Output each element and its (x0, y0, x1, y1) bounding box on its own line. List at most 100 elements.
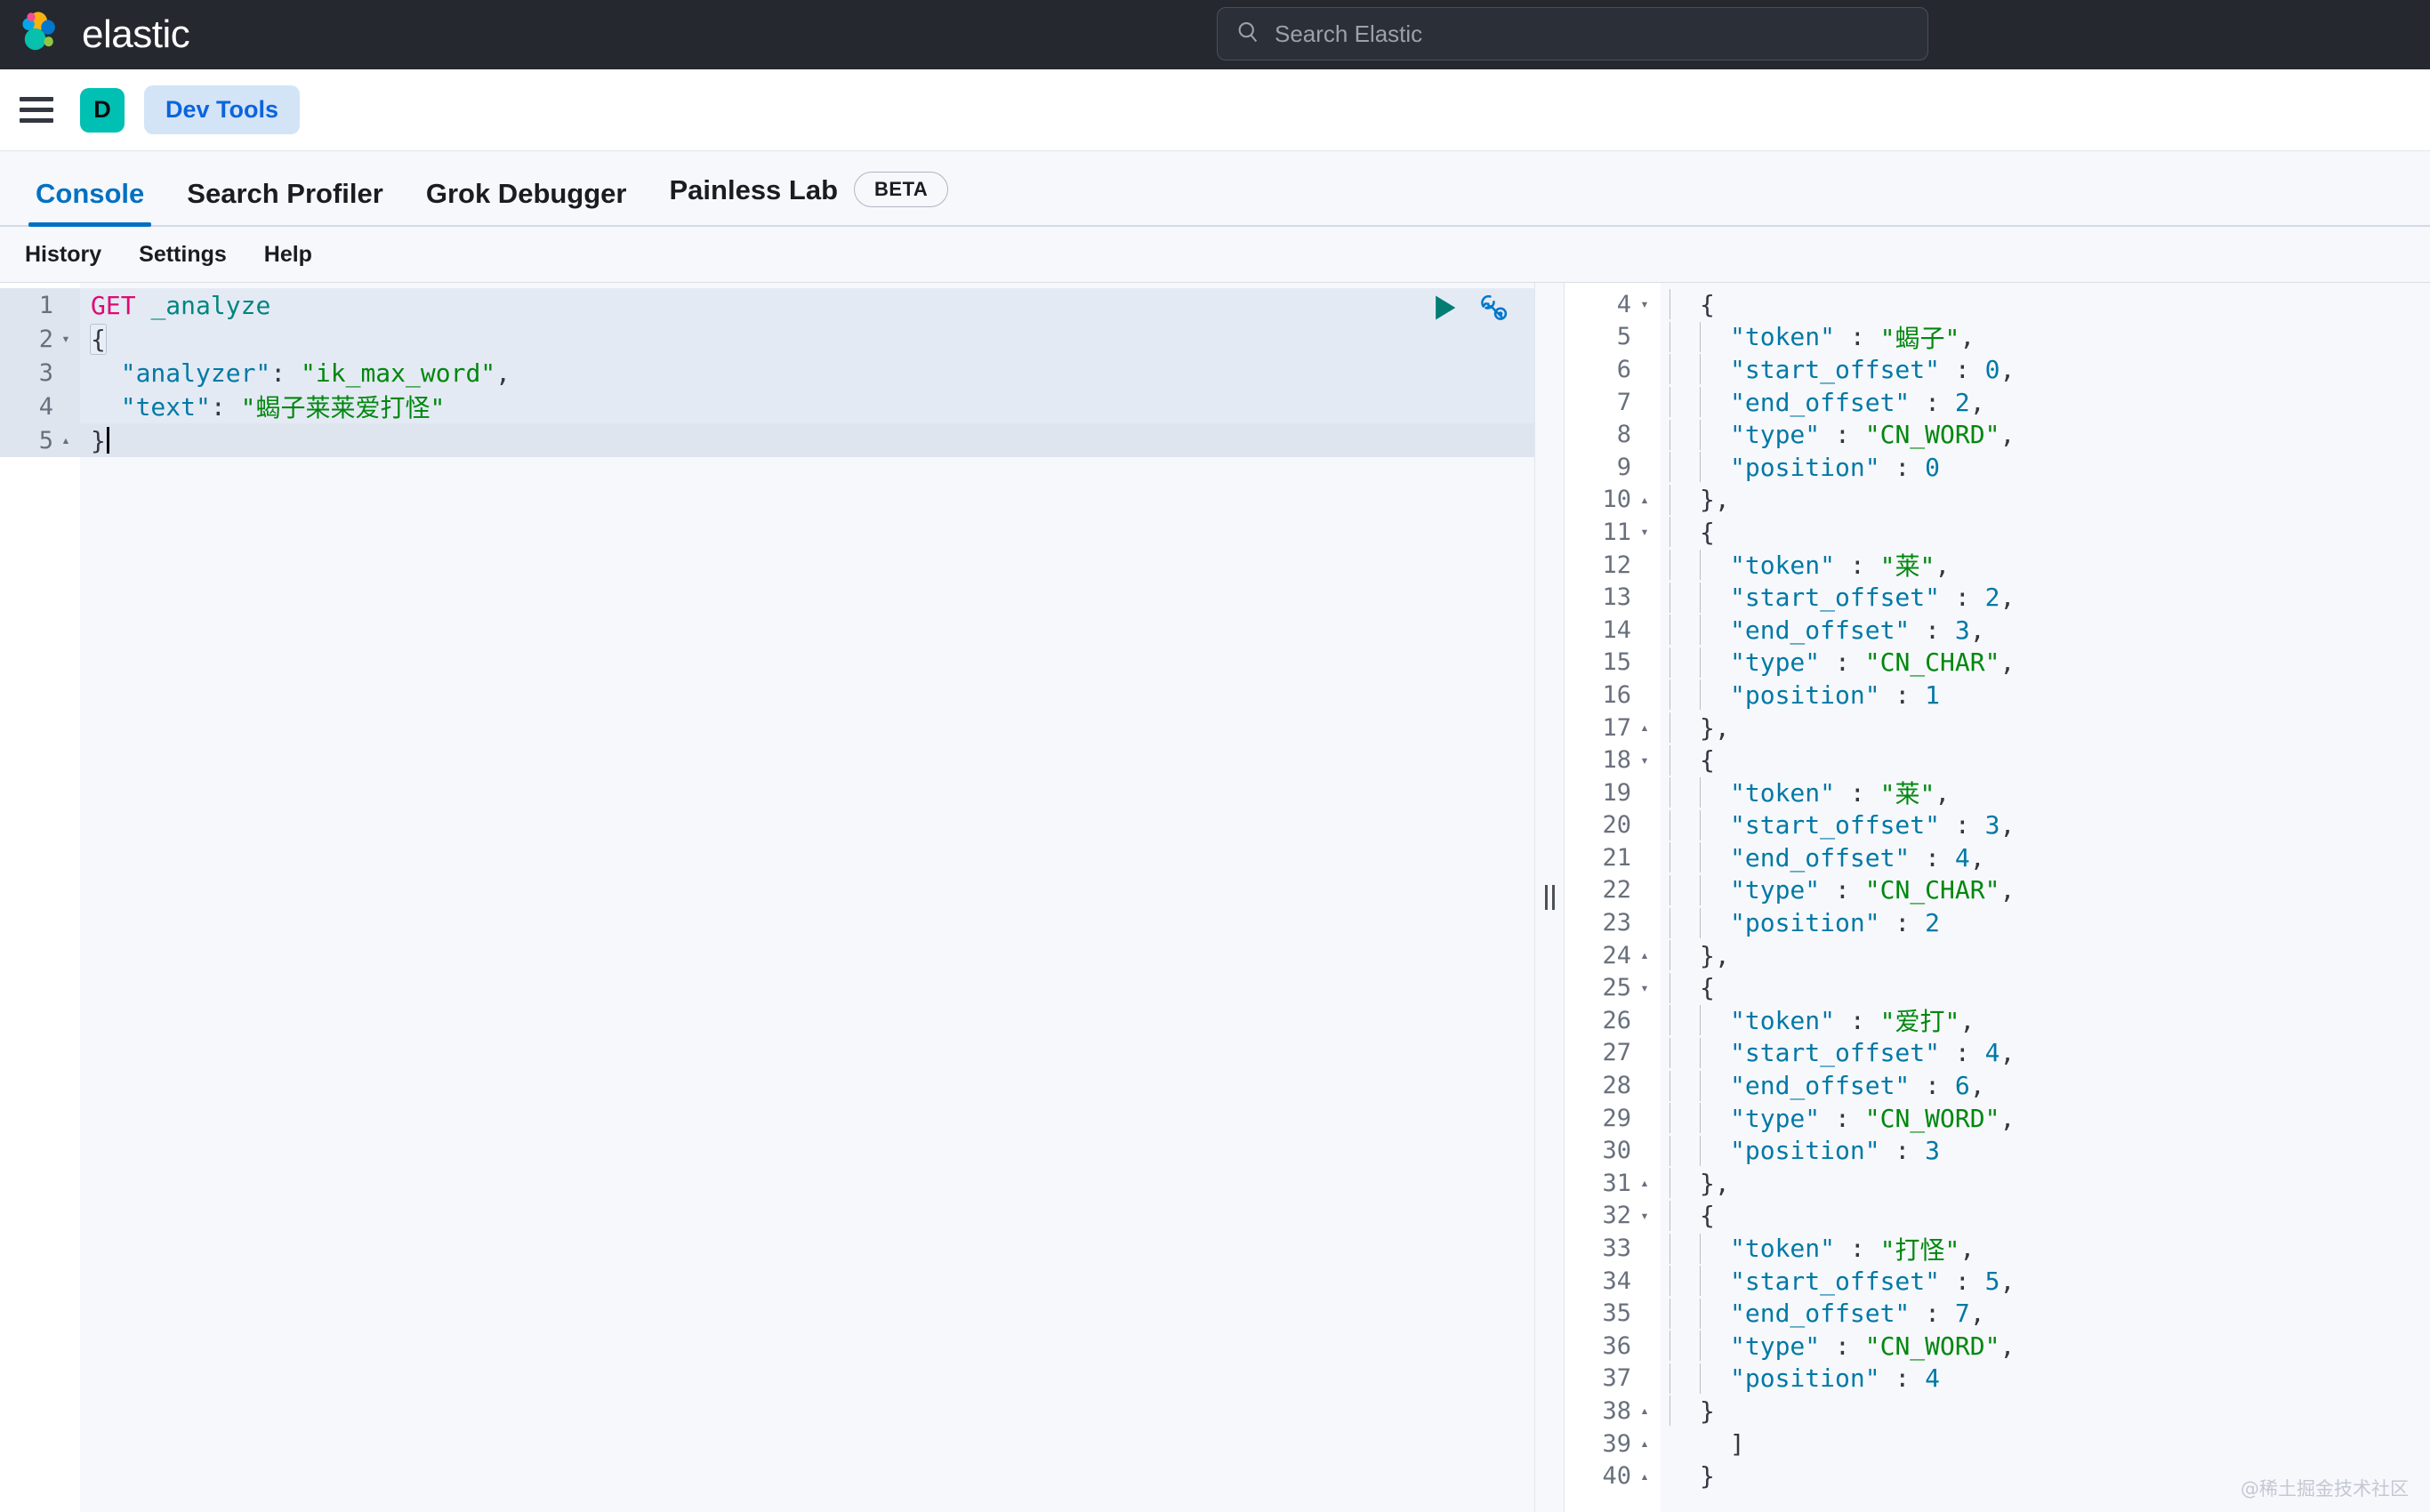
request-editor[interactable]: 1▾2▾3▾4▾5▴ GET _analyze{ "analyzer": "ik… (0, 283, 1534, 1512)
editor-code-line[interactable]: "analyzer": "ik_max_word", (80, 356, 1534, 390)
tab-search-profiler[interactable]: Search Profiler (165, 180, 405, 225)
response-code-line[interactable]: "token" : "爱打", (1661, 1004, 2430, 1037)
indent-guide (1700, 550, 1701, 580)
response-code-line[interactable]: } (1661, 1395, 2430, 1428)
brand-title: elastic (82, 15, 189, 54)
response-code-line[interactable]: "token" : "莱", (1661, 549, 2430, 582)
code-fold-toggle-icon[interactable]: ▴ (1637, 1469, 1652, 1484)
response-line-number: 30▾ (1565, 1134, 1661, 1167)
code-fold-toggle-icon[interactable]: ▴ (1637, 948, 1652, 962)
indent-guide (1700, 420, 1701, 450)
indent-guide (1700, 1363, 1701, 1394)
wrench-icon[interactable] (1477, 292, 1509, 328)
dev-tools-tabs: Console Search Profiler Grok Debugger Pa… (0, 151, 2430, 227)
response-code-line[interactable]: "start_offset" : 0, (1661, 353, 2430, 386)
code-fold-toggle-icon[interactable]: ▴ (59, 433, 73, 447)
response-line-number: 9▾ (1565, 451, 1661, 484)
response-code-line[interactable]: "end_offset" : 2, (1661, 386, 2430, 419)
search-input[interactable] (1275, 20, 1910, 48)
help-button[interactable]: Help (252, 237, 325, 273)
response-code-line[interactable]: "position" : 0 (1661, 451, 2430, 484)
response-code-line[interactable]: "token" : "莱", (1661, 776, 2430, 809)
play-icon[interactable] (1431, 294, 1458, 326)
editor-code-area[interactable]: GET _analyze{ "analyzer": "ik_max_word",… (80, 283, 1534, 1512)
response-code-line[interactable]: }, (1661, 939, 2430, 972)
response-code-line[interactable]: "type" : "CN_CHAR", (1661, 874, 2430, 907)
response-line-number: 5▾ (1565, 321, 1661, 354)
response-code-line[interactable]: "position" : 2 (1661, 906, 2430, 939)
response-code-line[interactable]: "type" : "CN_CHAR", (1661, 647, 2430, 680)
brand-area[interactable]: elastic (0, 12, 189, 58)
code-fold-toggle-icon[interactable]: ▾ (1637, 753, 1652, 768)
response-code-line[interactable]: }, (1661, 1167, 2430, 1200)
tab-painless-lab-label: Painless Lab (670, 176, 839, 204)
response-line-number: 38▴ (1565, 1395, 1661, 1428)
code-fold-toggle-icon[interactable]: ▾ (59, 332, 73, 346)
editor-code-line[interactable]: } (80, 423, 1534, 457)
code-fold-toggle-icon[interactable]: ▾ (1637, 297, 1652, 311)
response-code-line[interactable]: } (1661, 1460, 2430, 1492)
beta-badge: BETA (854, 172, 948, 207)
response-line-number-gutter[interactable]: 4▾5▾6▾7▾8▾9▾10▴11▾12▾13▾14▾15▾16▾17▴18▾1… (1565, 283, 1661, 1512)
response-line-number: 19▾ (1565, 776, 1661, 809)
response-code-line[interactable]: "position" : 4 (1661, 1363, 2430, 1395)
response-code-area[interactable]: {"token" : "蝎子","start_offset" : 0,"end_… (1661, 283, 2430, 1512)
tab-grok-debugger-label: Grok Debugger (426, 180, 627, 207)
avatar[interactable]: D (80, 88, 125, 133)
response-code-line[interactable]: "type" : "CN_WORD", (1661, 418, 2430, 451)
response-code-line[interactable]: "position" : 1 (1661, 679, 2430, 712)
response-line-number: 15▾ (1565, 647, 1661, 680)
code-fold-toggle-icon[interactable]: ▴ (1637, 1176, 1652, 1190)
response-code-line[interactable]: ] (1661, 1428, 2430, 1460)
editor-code-line[interactable]: "text": "蝎子莱莱爱打怪" (80, 390, 1534, 423)
editor-line-number-gutter[interactable]: 1▾2▾3▾4▾5▴ (0, 283, 80, 1512)
code-fold-toggle-icon[interactable]: ▴ (1637, 1403, 1652, 1418)
tab-painless-lab[interactable]: Painless Lab BETA (648, 172, 970, 225)
response-code-line[interactable]: "type" : "CN_WORD", (1661, 1330, 2430, 1363)
response-code-line[interactable]: { (1661, 744, 2430, 776)
indent-guide (1700, 1299, 1701, 1329)
code-fold-toggle-icon[interactable]: ▾ (1637, 981, 1652, 995)
response-code-line[interactable]: "end_offset" : 7, (1661, 1297, 2430, 1330)
response-code-line[interactable]: "position" : 3 (1661, 1134, 2430, 1167)
response-code-line[interactable]: "type" : "CN_WORD", (1661, 1102, 2430, 1135)
response-code-line[interactable]: "start_offset" : 3, (1661, 809, 2430, 842)
response-code-line[interactable]: }, (1661, 484, 2430, 517)
response-code-line[interactable]: "token" : "打怪", (1661, 1232, 2430, 1265)
response-line-number: 33▾ (1565, 1232, 1661, 1265)
code-fold-toggle-icon[interactable]: ▾ (1637, 1209, 1652, 1223)
editor-line-number: 4▾ (0, 390, 80, 423)
tab-console[interactable]: Console (14, 180, 165, 225)
tab-grok-debugger[interactable]: Grok Debugger (405, 180, 648, 225)
response-code-line[interactable]: { (1661, 971, 2430, 1004)
response-code-line[interactable]: "token" : "蝎子", (1661, 321, 2430, 354)
response-code-line[interactable]: "end_offset" : 6, (1661, 1069, 2430, 1102)
code-fold-toggle-icon[interactable]: ▴ (1637, 720, 1652, 735)
response-code-line[interactable]: "end_offset" : 4, (1661, 841, 2430, 874)
breadcrumb[interactable]: Dev Tools (144, 85, 300, 134)
response-code-line[interactable]: { (1661, 516, 2430, 549)
response-code-line[interactable]: "start_offset" : 5, (1661, 1265, 2430, 1298)
indent-guide (1700, 1266, 1701, 1296)
response-code-line[interactable]: { (1661, 1200, 2430, 1233)
code-fold-toggle-icon[interactable]: ▴ (1637, 1436, 1652, 1451)
response-code-line[interactable]: "start_offset" : 2, (1661, 581, 2430, 614)
response-code-line[interactable]: { (1661, 288, 2430, 321)
response-line-number: 24▴ (1565, 939, 1661, 972)
response-line-number: 17▴ (1565, 712, 1661, 744)
response-code-line[interactable]: "start_offset" : 4, (1661, 1037, 2430, 1070)
response-viewer[interactable]: 4▾5▾6▾7▾8▾9▾10▴11▾12▾13▾14▾15▾16▾17▴18▾1… (1565, 283, 2430, 1512)
indent-guide (1700, 354, 1701, 384)
settings-button[interactable]: Settings (126, 237, 239, 273)
global-search-container[interactable] (1217, 7, 1928, 60)
code-fold-toggle-icon[interactable]: ▴ (1637, 493, 1652, 507)
editor-code-line[interactable]: { (80, 322, 1534, 356)
elastic-logo (20, 12, 66, 58)
hamburger-menu-icon[interactable] (20, 90, 60, 131)
code-fold-toggle-icon[interactable]: ▾ (1637, 525, 1652, 539)
response-code-line[interactable]: }, (1661, 712, 2430, 744)
pane-resizer[interactable] (1534, 283, 1565, 1512)
response-code-line[interactable]: "end_offset" : 3, (1661, 614, 2430, 647)
history-button[interactable]: History (12, 237, 114, 273)
editor-code-line[interactable]: GET _analyze (80, 288, 1534, 322)
